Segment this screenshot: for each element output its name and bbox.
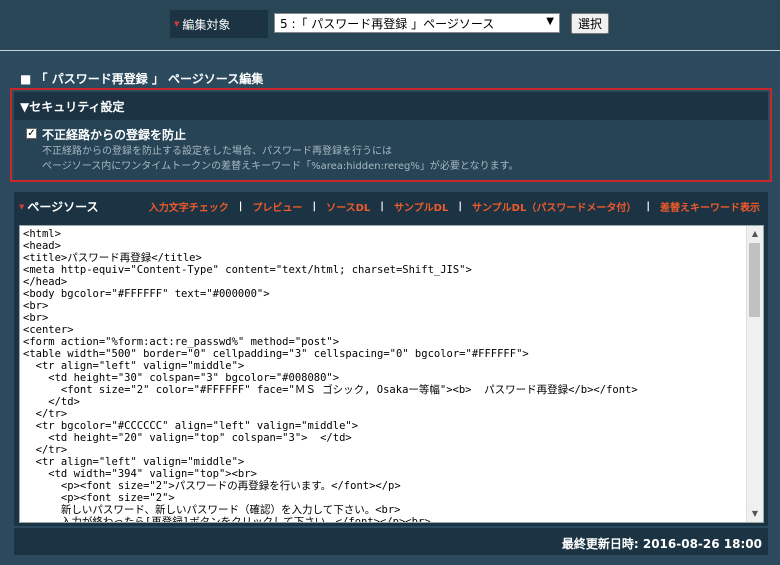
- replace-keyword-link[interactable]: 差替えキーワード表示: [660, 199, 760, 214]
- footer-bar: 最終更新日時: 2016-08-26 18:00: [14, 528, 768, 555]
- page-source-links: 入力文字チェック | プレビュー | ソースDL | サンプルDL | サンプル…: [149, 199, 760, 214]
- page-source-title-text: ページソース: [27, 200, 99, 214]
- link-separator: |: [458, 201, 462, 212]
- link-separator: |: [238, 201, 243, 212]
- last-updated-text: 最終更新日時: 2016-08-26 18:00: [561, 537, 762, 551]
- divider: [0, 50, 780, 51]
- dropdown-arrow-icon: ▼: [546, 16, 554, 27]
- security-settings-header[interactable]: ▼セキュリティ設定: [14, 92, 768, 120]
- security-description-line-1: 不正経路からの登録を防止する設定をした場合、パスワード再登録を行うには: [42, 146, 392, 157]
- red-triangle-icon: ▼: [19, 202, 25, 211]
- security-settings-body: ✓ 不正経路からの登録を防止 不正経路からの登録を防止する設定をした場合、パスワ…: [14, 120, 768, 180]
- page-source-title: ▼ ページソース: [19, 198, 99, 215]
- source-download-link[interactable]: ソースDL: [326, 199, 370, 214]
- edit-target-label: ▼ 編集対象: [170, 10, 268, 38]
- preview-link[interactable]: プレビュー: [252, 199, 302, 214]
- sample-download-meter-link[interactable]: サンプルDL（パスワードメータ付）: [472, 199, 636, 214]
- link-separator: |: [380, 201, 384, 212]
- security-description-line-2: ページソース内にワンタイムトークンの差替えキーワード「%area:hidden:…: [42, 161, 519, 172]
- red-triangle-icon: ▼: [174, 20, 180, 28]
- page-source-textarea[interactable]: <html> <head> <title>パスワード再登録</title> <m…: [19, 225, 764, 523]
- page-source-editor-frame: <html> <head> <title>パスワード再登録</title> <m…: [14, 218, 768, 526]
- prevent-unauthorized-label[interactable]: 不正経路からの登録を防止: [42, 126, 186, 143]
- edit-target-select[interactable]: 5 :「 パスワード再登録 」ページソース ▼: [274, 13, 560, 33]
- link-separator: |: [312, 201, 317, 212]
- page-source-code: <html> <head> <title>パスワード再登録</title> <m…: [23, 228, 638, 523]
- char-check-link[interactable]: 入力文字チェック: [149, 199, 229, 214]
- scroll-down-icon[interactable]: ▼: [747, 506, 763, 522]
- scroll-up-icon[interactable]: ▲: [747, 226, 763, 242]
- link-separator: |: [646, 201, 650, 212]
- vertical-scrollbar[interactable]: ▲ ▼: [746, 226, 763, 522]
- security-settings-panel: ▼セキュリティ設定 ✓ 不正経路からの登録を防止 不正経路からの登録を防止する設…: [10, 88, 772, 182]
- prevent-unauthorized-checkbox[interactable]: ✓: [26, 128, 37, 139]
- edit-target-select-value: 5 :「 パスワード再登録 」ページソース: [280, 16, 495, 31]
- select-button[interactable]: 選択: [571, 13, 609, 34]
- page-source-header: ▼ ページソース 入力文字チェック | プレビュー | ソースDL | サンプル…: [14, 192, 768, 218]
- sample-download-link[interactable]: サンプルDL: [394, 199, 448, 214]
- scrollbar-thumb[interactable]: [749, 243, 760, 317]
- page-title: ■ 「 パスワード再登録 」 ページソース編集: [20, 72, 264, 86]
- edit-target-text: 編集対象: [182, 17, 231, 32]
